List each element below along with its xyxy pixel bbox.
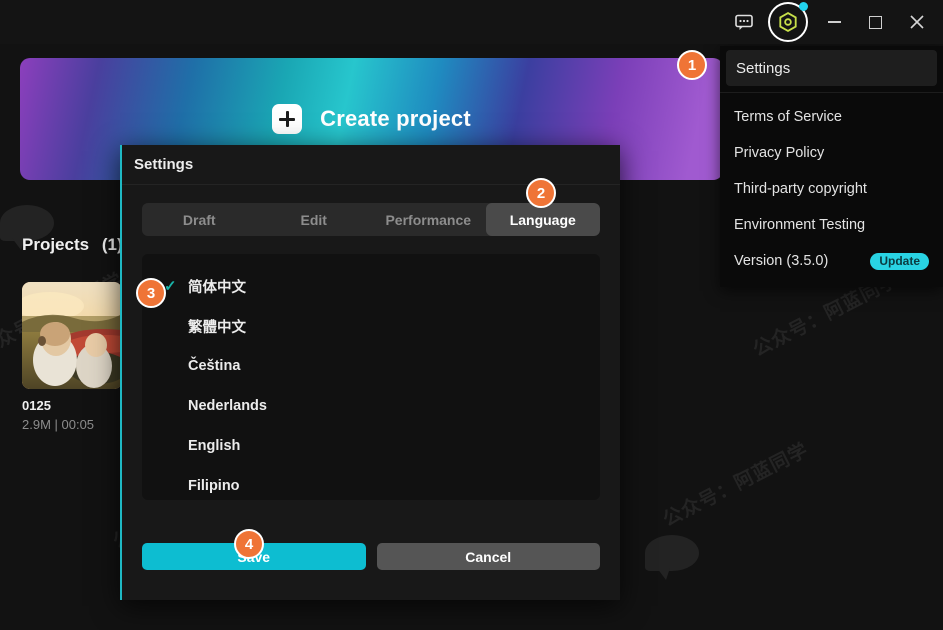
maximize-icon (869, 15, 882, 29)
watermark-text: 公众号：阿蓝同学 (659, 439, 812, 531)
project-name: 0125 (22, 398, 51, 413)
hex-gear-icon (779, 11, 797, 33)
tab-language[interactable]: Language (485, 203, 600, 236)
projects-heading-label: Projects (22, 235, 90, 254)
language-option-nederlands[interactable]: Nederlands (142, 386, 600, 426)
minimize-icon (828, 21, 841, 23)
maximize-button[interactable] (855, 0, 896, 44)
menu-item-settings[interactable]: Settings (726, 50, 937, 86)
language-option-label: English (188, 438, 241, 454)
step-badge-4: 4 (234, 529, 264, 559)
menu-item-settings-label: Settings (736, 59, 791, 77)
menu-item-environment-testing[interactable]: Environment Testing (720, 207, 943, 243)
language-option-label: Nederlands (188, 398, 267, 414)
step-badge-1: 1 (677, 50, 707, 80)
create-project-label: Create project (320, 106, 471, 131)
minimize-button[interactable] (814, 0, 855, 44)
tab-performance[interactable]: Performance (371, 203, 486, 236)
cancel-button[interactable]: Cancel (376, 543, 600, 570)
language-option-label: 繁體中文 (188, 319, 246, 336)
tab-label: Edit (300, 211, 327, 228)
language-option-label: 简体中文 (188, 279, 246, 296)
menu-item-third-party-copyright[interactable]: Third-party copyright (720, 171, 943, 207)
menu-item-label: Terms of Service (734, 109, 842, 125)
notification-dot-icon (799, 2, 808, 11)
tab-label: Draft (182, 211, 216, 228)
tab-draft[interactable]: Draft (142, 203, 257, 236)
language-option-filipino[interactable]: Filipino (142, 466, 600, 500)
titlebar (0, 0, 943, 44)
tab-edit[interactable]: Edit (257, 203, 372, 236)
menu-item-label: Version (3.5.0) (734, 253, 829, 269)
step-badge-3: 3 (136, 278, 166, 308)
menu-divider (720, 92, 943, 93)
plus-icon (272, 104, 303, 134)
project-thumbnail[interactable] (22, 282, 122, 389)
menu-item-terms-of-service[interactable]: Terms of Service (720, 99, 943, 135)
tab-label: Language (509, 211, 576, 228)
language-list: ✓ 简体中文 繁體中文 Čeština Nederlands English F… (142, 254, 600, 500)
language-option-zh-hant[interactable]: 繁體中文 (142, 306, 600, 346)
menu-item-label: Privacy Policy (734, 145, 825, 161)
language-option-zh-hans[interactable]: ✓ 简体中文 (142, 266, 600, 306)
language-option-label: Čeština (188, 358, 241, 374)
menu-item-version[interactable]: Version (3.5.0) Update (720, 243, 943, 279)
step-badge-2: 2 (526, 178, 556, 208)
watermark-bubble-icon (645, 535, 699, 580)
close-icon (909, 15, 924, 29)
projects-heading: Projects (1) (22, 235, 123, 255)
menu-item-label: Environment Testing (734, 217, 866, 233)
settings-dialog: Settings Draft Edit Performance Language (120, 145, 620, 600)
language-option-english[interactable]: English (142, 426, 600, 466)
project-meta: 2.9M | 00:05 (22, 417, 95, 432)
language-option-cestina[interactable]: Čeština (142, 346, 600, 386)
menu-item-label: Third-party copyright (734, 181, 867, 197)
menu-item-privacy-policy[interactable]: Privacy Policy (720, 135, 943, 171)
update-badge[interactable]: Update (870, 252, 929, 270)
settings-button[interactable] (766, 0, 810, 44)
project-card[interactable]: 0125 2.9M | 00:05 (22, 282, 122, 432)
settings-tabs: Draft Edit Performance Language (142, 203, 600, 236)
speech-bubble-icon[interactable] (722, 0, 766, 44)
language-option-label: Filipino (188, 478, 240, 494)
app-root: 公众号：阿蓝同学 公众号：阿蓝同学 公众号：阿蓝同学 公众号：阿蓝同学 公众号：… (0, 0, 943, 630)
project-thumbnail-image (22, 282, 122, 389)
close-button[interactable] (896, 0, 937, 44)
settings-dropdown-menu: Settings Terms of Service Privacy Policy… (720, 46, 943, 287)
dialog-actions: Save Cancel (122, 543, 620, 570)
tab-label: Performance (385, 211, 472, 228)
